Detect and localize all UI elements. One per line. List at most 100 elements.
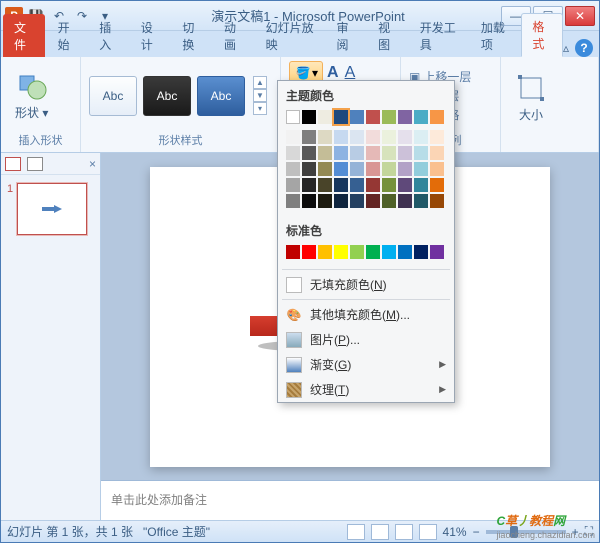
theme-tint-swatch[interactable] [366, 130, 380, 144]
theme-tint-swatch[interactable] [334, 162, 348, 176]
view-slideshow-button[interactable] [419, 524, 437, 540]
style-nav-more-icon[interactable]: ▾ [253, 102, 267, 115]
theme-tint-swatch[interactable] [414, 178, 428, 192]
theme-tint-swatch[interactable] [318, 130, 332, 144]
standard-color-swatch[interactable] [382, 245, 396, 259]
close-button[interactable]: ✕ [565, 6, 595, 26]
tab-insert[interactable]: 插入 [88, 14, 130, 57]
tab-file[interactable]: 文件 [3, 14, 45, 57]
theme-tint-swatch[interactable] [302, 130, 316, 144]
shape-style-1[interactable]: Abc [89, 76, 137, 116]
theme-tint-swatch[interactable] [302, 162, 316, 176]
theme-tint-swatch[interactable] [366, 146, 380, 160]
view-sorter-button[interactable] [371, 524, 389, 540]
standard-color-swatch[interactable] [318, 245, 332, 259]
theme-tint-swatch[interactable] [398, 194, 412, 208]
tab-addins[interactable]: 加载项 [470, 14, 521, 57]
theme-tint-swatch[interactable] [334, 130, 348, 144]
theme-tint-swatch[interactable] [318, 194, 332, 208]
theme-color-swatch[interactable] [382, 110, 396, 124]
standard-color-swatch[interactable] [334, 245, 348, 259]
tab-review[interactable]: 审阅 [326, 14, 368, 57]
theme-tint-swatch[interactable] [286, 162, 300, 176]
theme-color-swatch[interactable] [286, 110, 300, 124]
theme-color-swatch[interactable] [302, 110, 316, 124]
slides-tab-icon[interactable] [5, 157, 21, 171]
tab-view[interactable]: 视图 [367, 14, 409, 57]
theme-tint-swatch[interactable] [286, 146, 300, 160]
theme-tint-swatch[interactable] [398, 162, 412, 176]
size-button[interactable]: 大小 [509, 68, 553, 127]
theme-tint-swatch[interactable] [366, 162, 380, 176]
standard-color-swatch[interactable] [398, 245, 412, 259]
theme-tint-swatch[interactable] [318, 162, 332, 176]
theme-tint-swatch[interactable] [382, 130, 396, 144]
theme-tint-swatch[interactable] [350, 162, 364, 176]
standard-color-swatch[interactable] [350, 245, 364, 259]
theme-color-swatch[interactable] [350, 110, 364, 124]
theme-tint-swatch[interactable] [286, 194, 300, 208]
ribbon-collapse-icon[interactable]: ▵ [563, 41, 569, 55]
tab-transitions[interactable]: 切换 [171, 14, 213, 57]
help-button[interactable]: ? [575, 39, 593, 57]
theme-tint-swatch[interactable] [350, 146, 364, 160]
theme-tint-swatch[interactable] [318, 178, 332, 192]
theme-tint-swatch[interactable] [430, 130, 444, 144]
theme-tint-swatch[interactable] [414, 130, 428, 144]
tab-animations[interactable]: 动画 [213, 14, 255, 57]
gradient-fill-item[interactable]: 渐变(G) ▶ [278, 352, 454, 377]
theme-tint-swatch[interactable] [334, 146, 348, 160]
theme-tint-swatch[interactable] [286, 130, 300, 144]
theme-tint-swatch[interactable] [334, 194, 348, 208]
theme-tint-swatch[interactable] [430, 194, 444, 208]
standard-color-swatch[interactable] [366, 245, 380, 259]
theme-tint-swatch[interactable] [430, 146, 444, 160]
style-nav-down-icon[interactable]: ▼ [253, 89, 267, 102]
shapes-gallery-button[interactable]: 形状 ▾ [9, 66, 54, 125]
theme-color-swatch[interactable] [366, 110, 380, 124]
theme-color-swatch[interactable] [398, 110, 412, 124]
theme-tint-swatch[interactable] [382, 178, 396, 192]
tab-home[interactable]: 开始 [47, 14, 89, 57]
tab-design[interactable]: 设计 [130, 14, 172, 57]
texture-fill-item[interactable]: 纹理(T) ▶ [278, 377, 454, 402]
no-fill-item[interactable]: 无填充颜色(N) [278, 272, 454, 297]
theme-tint-swatch[interactable] [318, 146, 332, 160]
theme-tint-swatch[interactable] [366, 194, 380, 208]
thumb-close-icon[interactable]: × [89, 157, 96, 171]
style-nav-up-icon[interactable]: ▲ [253, 76, 267, 89]
standard-color-swatch[interactable] [430, 245, 444, 259]
theme-color-swatch[interactable] [318, 110, 332, 124]
theme-tint-swatch[interactable] [382, 162, 396, 176]
tab-developer[interactable]: 开发工具 [409, 14, 470, 57]
more-fill-colors-item[interactable]: 🎨 其他填充颜色(M)... [278, 302, 454, 327]
standard-color-swatch[interactable] [286, 245, 300, 259]
theme-tint-swatch[interactable] [414, 194, 428, 208]
theme-tint-swatch[interactable] [382, 146, 396, 160]
theme-tint-swatch[interactable] [382, 194, 396, 208]
zoom-out-button[interactable]: − [473, 525, 480, 539]
theme-color-swatch[interactable] [430, 110, 444, 124]
theme-tint-swatch[interactable] [302, 194, 316, 208]
standard-color-swatch[interactable] [414, 245, 428, 259]
theme-tint-swatch[interactable] [430, 162, 444, 176]
theme-color-swatch[interactable] [334, 110, 348, 124]
theme-tint-swatch[interactable] [302, 146, 316, 160]
tab-slideshow[interactable]: 幻灯片放映 [255, 14, 326, 57]
slide-thumbnail-1[interactable]: 1 [7, 183, 94, 235]
tab-format[interactable]: 格式 [521, 13, 563, 57]
theme-tint-swatch[interactable] [350, 178, 364, 192]
standard-color-swatch[interactable] [302, 245, 316, 259]
outline-tab-icon[interactable] [27, 157, 43, 171]
theme-tint-swatch[interactable] [302, 178, 316, 192]
theme-color-swatch[interactable] [414, 110, 428, 124]
view-normal-button[interactable] [347, 524, 365, 540]
theme-tint-swatch[interactable] [334, 178, 348, 192]
theme-tint-swatch[interactable] [398, 178, 412, 192]
view-reading-button[interactable] [395, 524, 413, 540]
theme-tint-swatch[interactable] [366, 178, 380, 192]
theme-tint-swatch[interactable] [414, 162, 428, 176]
shape-style-3[interactable]: Abc [197, 76, 245, 116]
theme-tint-swatch[interactable] [398, 146, 412, 160]
picture-fill-item[interactable]: 图片(P)... [278, 327, 454, 352]
